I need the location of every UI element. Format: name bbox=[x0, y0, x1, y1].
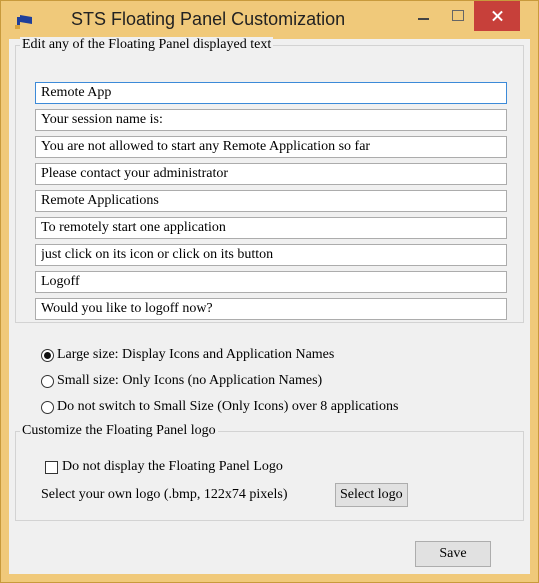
text-field-click-icon[interactable] bbox=[35, 244, 507, 266]
dialog-client-area: Edit any of the Floating Panel displayed… bbox=[9, 37, 530, 574]
radio-no-switch-label: Do not switch to Small Size (Only Icons)… bbox=[57, 399, 399, 414]
text-field-remote-applications[interactable] bbox=[35, 190, 507, 212]
radio-no-switch-button[interactable] bbox=[41, 400, 54, 414]
hide-logo-checkbox-row[interactable]: Do not display the Floating Panel Logo bbox=[45, 457, 283, 477]
text-field-contact-admin[interactable] bbox=[35, 163, 507, 185]
minimize-button[interactable] bbox=[408, 1, 440, 31]
radio-small-size-label: Small size: Only Icons (no Application N… bbox=[57, 373, 323, 388]
window-title: STS Floating Panel Customization bbox=[71, 9, 346, 29]
radio-large-size-button[interactable] bbox=[41, 348, 54, 362]
radio-small-size-button[interactable] bbox=[41, 374, 54, 388]
select-logo-button[interactable]: Select logo bbox=[335, 483, 408, 507]
text-field-start-one-app[interactable] bbox=[35, 217, 507, 239]
text-field-remote-app[interactable] bbox=[35, 82, 507, 104]
radio-large-size[interactable]: Large size: Display Icons and Applicatio… bbox=[41, 345, 334, 365]
radio-large-size-label: Large size: Display Icons and Applicatio… bbox=[57, 347, 335, 362]
text-group-legend: Edit any of the Floating Panel displayed… bbox=[20, 37, 274, 53]
dialog-window: STS Floating Panel Customization Edit an… bbox=[0, 0, 539, 583]
close-button[interactable] bbox=[474, 1, 520, 31]
radio-no-switch[interactable]: Do not switch to Small Size (Only Icons)… bbox=[41, 397, 398, 417]
title-bar[interactable]: STS Floating Panel Customization bbox=[1, 1, 538, 39]
save-button[interactable]: Save bbox=[415, 541, 491, 567]
app-icon bbox=[15, 15, 32, 29]
text-field-logoff[interactable] bbox=[35, 271, 507, 293]
radio-small-size[interactable]: Small size: Only Icons (no Application N… bbox=[41, 371, 322, 391]
hide-logo-checkbox[interactable] bbox=[45, 460, 58, 474]
hide-logo-label: Do not display the Floating Panel Logo bbox=[62, 459, 283, 474]
logo-group-legend: Customize the Floating Panel logo bbox=[20, 423, 218, 439]
text-field-not-allowed[interactable] bbox=[35, 136, 507, 158]
select-logo-text: Select your own logo (.bmp, 122x74 pixel… bbox=[41, 487, 288, 502]
text-field-logoff-question[interactable] bbox=[35, 298, 507, 320]
text-field-session-name[interactable] bbox=[35, 109, 507, 131]
maximize-button bbox=[441, 1, 473, 31]
